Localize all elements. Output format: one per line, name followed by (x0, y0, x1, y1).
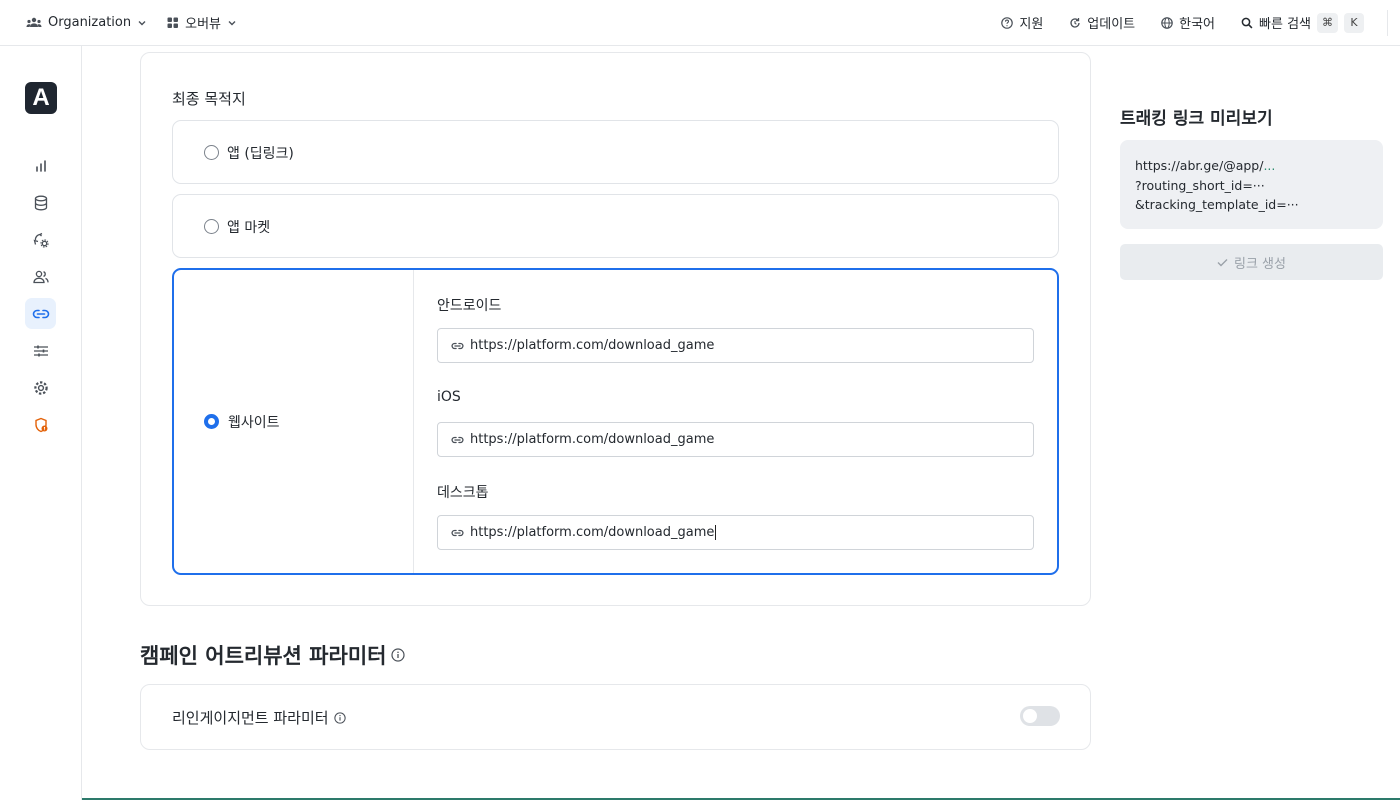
settings-icon (33, 380, 48, 395)
android-url-input[interactable]: https://platform.com/download_game (437, 328, 1034, 363)
users-icon (26, 17, 42, 27)
ios-url-input[interactable]: https://platform.com/download_game (437, 422, 1034, 457)
option-app-deeplink-label: 앱 (딥링크) (227, 146, 294, 162)
organization-dropdown[interactable]: Organization (26, 15, 147, 30)
reengagement-card: 리인게이지먼트 파라미터 (140, 684, 1091, 750)
grid-icon (167, 17, 179, 28)
preview-box: https://abr.ge/@app/... ?routing_short_i… (1120, 140, 1383, 229)
database-icon (34, 195, 47, 210)
destination-section-label: 최종 목적지 (172, 90, 246, 108)
link-icon (451, 342, 464, 349)
sidebar-item-settings[interactable] (25, 372, 56, 403)
sidebar-item-links[interactable] (25, 298, 56, 329)
refresh-gear-icon (33, 232, 49, 248)
preview-line-2: ?routing_short_id=··· (1135, 177, 1265, 193)
support-label: 지원 (1019, 17, 1044, 32)
android-url-value: https://platform.com/download_game (470, 338, 715, 353)
chevron-down-icon (228, 20, 236, 25)
app-logo[interactable]: A (25, 82, 57, 114)
option-divider (413, 270, 414, 573)
support-link[interactable]: 지원 (1001, 13, 1043, 32)
shortcut-cmd-key: ⌘ (1317, 12, 1338, 33)
chevron-down-icon (138, 20, 146, 25)
desktop-url-value: https://platform.com/download_game (470, 525, 715, 540)
organization-label: Organization (48, 15, 132, 30)
language-label: 한국어 (1179, 17, 1216, 32)
desktop-url-input[interactable]: https://platform.com/download_game (437, 515, 1034, 550)
quick-search-label: 빠른 검색 (1259, 17, 1311, 32)
overview-label: 오버뷰 (185, 17, 222, 32)
link-icon (451, 436, 464, 443)
destination-card: 최종 목적지 앱 (딥링크) 앱 마켓 웹사이트 안드로이드 https://p… (140, 52, 1091, 606)
sidebar: A (0, 46, 82, 800)
sidebar-item-automation[interactable] (25, 224, 56, 255)
radio-app-deeplink[interactable] (204, 145, 219, 160)
info-icon[interactable] (391, 648, 406, 662)
attribution-title: 캠페인 어트리뷰션 파라미터 (140, 644, 387, 668)
updates-link[interactable]: 업데이트 (1069, 13, 1135, 32)
generate-link-label: 링크 생성 (1234, 256, 1286, 272)
sidebar-item-analytics[interactable] (25, 150, 56, 181)
preview-line-1: https://abr.ge/@app/... (1135, 156, 1368, 176)
shield-alert-icon (34, 417, 47, 432)
radio-app-market[interactable] (204, 219, 219, 234)
language-selector[interactable]: 한국어 (1161, 13, 1215, 32)
overview-dropdown[interactable]: 오버뷰 (167, 13, 237, 32)
link-icon (32, 309, 49, 318)
toggle-knob (1023, 709, 1037, 723)
text-caret (715, 525, 717, 540)
sidebar-item-audience[interactable] (25, 261, 56, 292)
shortcut-k-key: K (1344, 12, 1364, 33)
reengagement-label: 리인게이지먼트 파라미터 (172, 709, 329, 727)
ios-url-value: https://platform.com/download_game (470, 432, 715, 447)
option-app-market-label: 앱 마켓 (227, 220, 271, 236)
android-field-label: 안드로이드 (437, 298, 502, 314)
preview-url: https://abr.ge/@app/ (1135, 158, 1264, 173)
sidebar-item-filters[interactable] (25, 335, 56, 366)
updates-label: 업데이트 (1087, 17, 1136, 32)
sliders-icon (33, 345, 48, 356)
preview-url-ellipsis: ... (1263, 158, 1276, 173)
refresh-icon (1070, 17, 1080, 28)
users-icon (32, 270, 49, 283)
sidebar-item-data[interactable] (25, 187, 56, 218)
option-app-deeplink[interactable]: 앱 (딥링크) (172, 120, 1059, 184)
option-website-label: 웹사이트 (228, 415, 280, 431)
link-icon (451, 529, 464, 536)
sidebar-item-security[interactable] (25, 409, 56, 440)
bar-chart-icon (35, 159, 46, 172)
option-website[interactable]: 웹사이트 안드로이드 https://platform.com/download… (172, 268, 1059, 575)
generate-link-button[interactable]: 링크 생성 (1120, 244, 1383, 280)
desktop-field-label: 데스크톱 (437, 485, 489, 501)
help-circle-icon (1001, 16, 1014, 29)
search-icon (1241, 17, 1253, 28)
reengagement-row: 리인게이지먼트 파라미터 (172, 707, 346, 728)
ios-field-label: iOS (437, 389, 461, 405)
option-app-market[interactable]: 앱 마켓 (172, 194, 1059, 258)
globe-icon (1161, 16, 1173, 29)
preview-line-3: &tracking_template_id=··· (1135, 197, 1299, 212)
attribution-section: 캠페인 어트리뷰션 파라미터 (140, 640, 406, 670)
top-bar: Organization 오버뷰 지원 업데이트 한국어 빠른 검색 ⌘ K (0, 0, 1400, 46)
preview-title: 트래킹 링크 미리보기 (1120, 109, 1273, 129)
reengagement-toggle[interactable] (1020, 706, 1060, 726)
info-icon[interactable] (333, 711, 346, 724)
check-icon (1217, 258, 1228, 266)
quick-search-button[interactable]: 빠른 검색 ⌘ K (1241, 12, 1364, 33)
radio-website[interactable] (204, 414, 219, 429)
topbar-divider (1387, 10, 1388, 36)
